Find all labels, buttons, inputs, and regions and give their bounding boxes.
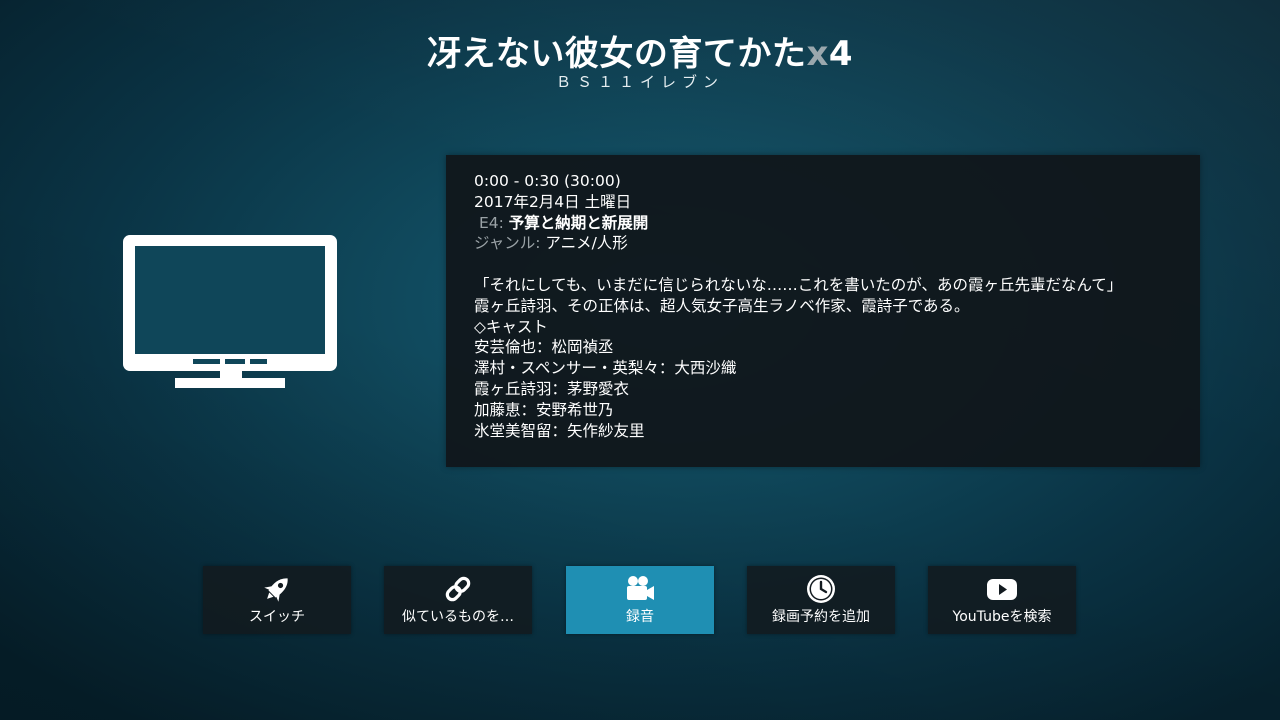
add-timer-button[interactable]: 録画予約を追加 bbox=[747, 566, 895, 634]
episode-line: E4: 予算と納期と新展開 bbox=[474, 213, 1174, 234]
similar-label: 似ているものを… bbox=[402, 609, 514, 625]
plot-line: 霞ヶ丘詩羽、その正体は、超人気女子高生ラノベ作家、霞詩子である。 bbox=[474, 296, 970, 315]
genre-value: アニメ/人形 bbox=[545, 234, 628, 253]
genre-label: ジャンル: bbox=[474, 234, 541, 253]
episode-title: 予算と納期と新展開 bbox=[508, 213, 649, 232]
similar-button[interactable]: 似ているものを… bbox=[384, 566, 532, 634]
program-info-panel[interactable]: 0:00 - 0:30 (30:00) 2017年2月4日 土曜日 E4: 予算… bbox=[446, 155, 1200, 467]
youtube-icon bbox=[986, 573, 1018, 605]
link-icon bbox=[442, 573, 474, 605]
record-button[interactable]: 録音 bbox=[566, 566, 714, 634]
plot-line: 氷堂美智留：矢作紗友里 bbox=[474, 421, 645, 440]
plot-line: 安芸倫也：松岡禎丞 bbox=[474, 338, 614, 357]
record-label: 録音 bbox=[626, 609, 654, 625]
program-title: 冴えない彼女の育てかたx4 bbox=[0, 30, 1280, 78]
rocket-icon bbox=[261, 573, 293, 605]
title-num: 4 bbox=[828, 34, 854, 74]
plot-line: 霞ヶ丘詩羽：茅野愛衣 bbox=[474, 379, 630, 398]
title-x: x bbox=[806, 34, 829, 74]
plot-line: 澤村・スペンサー・英梨々：大西沙織 bbox=[474, 359, 737, 378]
add-timer-label: 録画予約を追加 bbox=[772, 609, 870, 625]
program-time: 0:00 - 0:30 (30:00) bbox=[474, 172, 621, 190]
plot-line: 加藤恵：安野希世乃 bbox=[474, 400, 614, 419]
youtube-search-label: YouTubeを検索 bbox=[952, 609, 1052, 625]
header: 冴えない彼女の育てかたx4 ＢＳ１１イレブン bbox=[0, 30, 1280, 92]
program-date: 2017年2月4日 土曜日 bbox=[474, 192, 632, 211]
plot-line: 「それにしても、いまだに信じられないな……これを書いたのが、あの霞ヶ丘先輩だなん… bbox=[474, 275, 1123, 294]
channel-name: ＢＳ１１イレブン bbox=[555, 73, 724, 91]
switch-label: スイッチ bbox=[249, 609, 305, 625]
tv-icon bbox=[118, 232, 342, 392]
genre-line: ジャンル: アニメ/人形 bbox=[474, 233, 1174, 254]
title-main: 冴えない彼女の育てかた bbox=[426, 34, 807, 74]
switch-button[interactable]: スイッチ bbox=[203, 566, 351, 634]
program-info-text: 0:00 - 0:30 (30:00) 2017年2月4日 土曜日 E4: 予算… bbox=[474, 171, 1174, 451]
youtube-search-button[interactable]: YouTubeを検索 bbox=[928, 566, 1076, 634]
video-camera-icon bbox=[624, 573, 656, 605]
plot-line: ◇キャスト bbox=[474, 317, 548, 336]
episode-code: E4: bbox=[478, 213, 504, 232]
clock-icon bbox=[805, 573, 837, 605]
